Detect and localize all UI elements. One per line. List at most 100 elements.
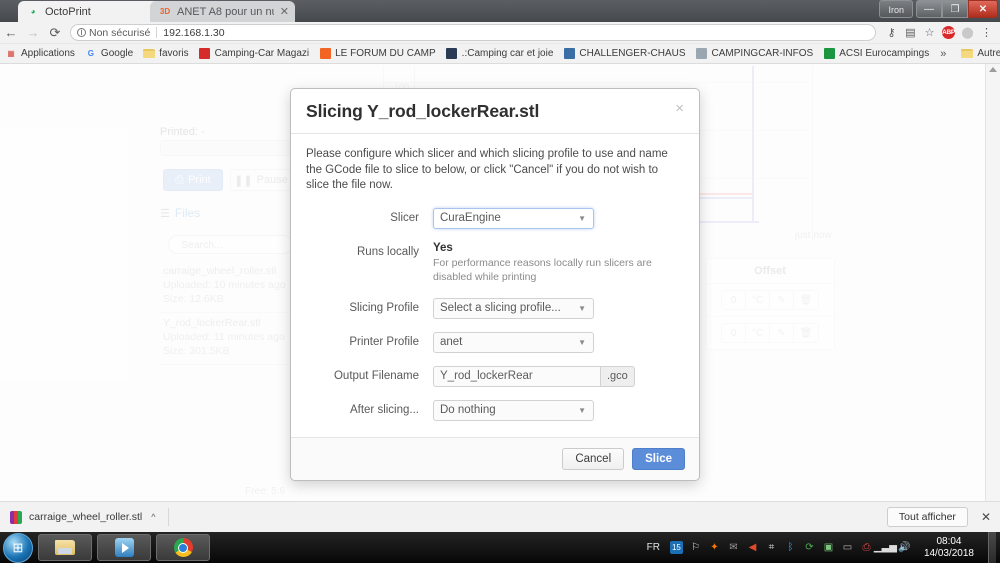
- download-item[interactable]: carraige_wheel_roller.stl ^: [0, 510, 155, 524]
- three-dots-menu-icon[interactable]: ⋮: [977, 23, 996, 42]
- field-label: Printer Profile: [349, 335, 419, 348]
- bookmark-acsi-eurocampings[interactable]: ACSI Eurocampings: [818, 45, 934, 63]
- bookmark-camping-car-et-joie[interactable]: .:Camping car et joie: [441, 45, 559, 63]
- close-icon[interactable]: ✕: [981, 510, 991, 524]
- sync-icon[interactable]: ⟳: [803, 541, 816, 554]
- field-printer-profile: Printer Profile anet ▼: [306, 331, 684, 353]
- cancel-button[interactable]: Cancel: [562, 447, 625, 470]
- flag-icon[interactable]: ⚐: [689, 541, 702, 554]
- extension-icon[interactable]: ▤: [901, 23, 920, 42]
- field-label: Runs locally: [357, 245, 419, 258]
- windows-taskbar: ⊞ FR 15 ⚐ ✦ ✉ ◀ ⌗ ᛒ ⟳ ▣ ▭ ⎙ ▁▃▅ 🔊 08:04: [0, 532, 1000, 563]
- bookmark-campingcar-infos[interactable]: CAMPINGCAR-INFOS: [691, 45, 819, 63]
- bookmark-label: CHALLENGER-CHAUS: [579, 48, 686, 59]
- slicer-select[interactable]: CuraEngine ▼: [433, 207, 594, 229]
- address-bar[interactable]: i Non sécurisé 192.168.1.30: [70, 24, 876, 41]
- bluetooth-icon[interactable]: ᛒ: [784, 541, 797, 554]
- star-icon[interactable]: ☆: [920, 23, 939, 42]
- key-icon[interactable]: ⚷: [882, 23, 901, 42]
- tab-strip: ◕ OctoPrint ✕ 3D ANET A8 pour un nul (m …: [0, 0, 1000, 22]
- field-slicer: Slicer CuraEngine ▼: [306, 207, 684, 229]
- clock-time: 08:04: [936, 535, 962, 547]
- bookmark-camping-car-magazine[interactable]: Camping-Car Magazi: [194, 45, 314, 63]
- bookmark-other-favorites[interactable]: Autres favoris: [956, 45, 1000, 63]
- tab-label: OctoPrint: [45, 5, 91, 18]
- url-text: 192.168.1.30: [163, 26, 225, 39]
- taskbar-file-explorer[interactable]: [38, 534, 92, 561]
- forward-icon[interactable]: →: [22, 23, 44, 43]
- chevron-down-icon: ▼: [578, 303, 586, 313]
- show-desktop-button[interactable]: [988, 532, 996, 563]
- field-label: After slicing...: [349, 403, 419, 416]
- volume-icon[interactable]: 🔊: [898, 541, 911, 554]
- camera-icon[interactable]: ⌗: [765, 541, 778, 554]
- maximize-button[interactable]: ❐: [942, 0, 968, 18]
- close-icon[interactable]: ✕: [280, 5, 289, 18]
- bookmark-forum-du-camping[interactable]: LE FORUM DU CAMP: [314, 45, 441, 63]
- printer-profile-select[interactable]: anet ▼: [433, 331, 594, 353]
- info-circle-icon: i: [77, 28, 86, 37]
- tab-label: ANET A8 pour un nul (m: [177, 5, 274, 18]
- mail-icon[interactable]: ✉: [727, 541, 740, 554]
- printer-profile-value: anet: [440, 336, 463, 348]
- chevron-down-icon: ▼: [578, 337, 586, 347]
- dialog-description: Please configure which slicer and which …: [306, 148, 668, 191]
- after-slicing-value: Do nothing: [440, 404, 496, 416]
- bookmark-applications[interactable]: ▦ Applications: [0, 45, 80, 63]
- shield-icon[interactable]: ⬤: [958, 23, 977, 42]
- after-slicing-select[interactable]: Do nothing ▼: [433, 399, 594, 421]
- bookmark-label: ACSI Eurocampings: [839, 48, 930, 59]
- bookmark-label: .:Camping car et joie: [461, 48, 554, 59]
- windows-start-icon[interactable]: ⊞: [3, 532, 33, 563]
- printer-error-icon[interactable]: ⎙: [860, 541, 873, 554]
- taskbar-chrome[interactable]: [156, 534, 210, 561]
- system-tray: FR 15 ⚐ ✦ ✉ ◀ ⌗ ᛒ ⟳ ▣ ▭ ⎙ ▁▃▅ 🔊 08:04 14…: [647, 532, 1000, 563]
- network-ok-icon[interactable]: ▣: [822, 541, 835, 554]
- chevron-down-icon: ▼: [578, 405, 586, 415]
- tab-anet-a8[interactable]: 3D ANET A8 pour un nul (m ✕: [150, 1, 295, 22]
- output-filename-input[interactable]: [433, 365, 600, 387]
- slicing-profile-value: Select a slicing profile...: [440, 302, 561, 314]
- window-controls: Iron — ❐ ✕: [879, 0, 998, 18]
- reload-icon[interactable]: ⟳: [44, 23, 66, 43]
- bookmark-favoris[interactable]: favoris: [138, 45, 193, 63]
- bookmark-label: favoris: [159, 48, 189, 59]
- site-icon: [696, 48, 708, 60]
- field-label: Slicer: [390, 211, 419, 224]
- back-icon[interactable]: ←: [0, 23, 22, 43]
- slicing-profile-select[interactable]: Select a slicing profile... ▼: [433, 297, 594, 319]
- bookmark-google[interactable]: G Google: [80, 45, 138, 63]
- octoprint-icon: ◕: [30, 7, 36, 16]
- volume-mute-icon[interactable]: ◀: [746, 541, 759, 554]
- output-filename-group: .gco: [433, 365, 635, 387]
- adblock-icon[interactable]: ABP: [939, 23, 958, 42]
- bookmark-label: Applications: [21, 48, 75, 59]
- shelf-actions: Tout afficher ✕: [886, 507, 1000, 527]
- security-indicator[interactable]: i Non sécurisé: [77, 27, 150, 39]
- apps-grid-icon: ▦: [7, 49, 15, 58]
- monitor-icon[interactable]: ▭: [841, 541, 854, 554]
- avast-icon[interactable]: ✦: [708, 541, 721, 554]
- minimize-button[interactable]: —: [916, 0, 942, 18]
- taskbar-clock[interactable]: 08:04 14/03/2018: [924, 536, 974, 560]
- show-all-downloads-button[interactable]: Tout afficher: [886, 507, 968, 527]
- security-label: Non sécurisé: [89, 26, 151, 39]
- close-button[interactable]: ✕: [968, 0, 998, 18]
- page-scrollbar[interactable]: [985, 64, 1000, 501]
- taskbar-media-player[interactable]: [97, 534, 151, 561]
- close-icon[interactable]: ×: [675, 101, 684, 116]
- site-icon: [446, 48, 458, 60]
- bookmarks-overflow-button[interactable]: »: [934, 48, 952, 60]
- scroll-up-arrow-icon[interactable]: [989, 67, 997, 72]
- google-icon: G: [87, 49, 95, 58]
- chevron-up-icon[interactable]: ^: [151, 512, 155, 522]
- omnibox-actions: ⚷ ▤ ☆ ABP ⬤ ⋮: [882, 23, 1000, 42]
- signal-icon[interactable]: ▁▃▅: [874, 541, 897, 554]
- tray-language[interactable]: FR: [647, 542, 660, 553]
- bookmark-challenger-chaus[interactable]: CHALLENGER-CHAUS: [558, 45, 690, 63]
- slice-button[interactable]: Slice: [632, 447, 685, 470]
- calendar-icon[interactable]: 15: [669, 541, 683, 554]
- field-runs-locally: Runs locally Yes For performance reasons…: [306, 242, 684, 285]
- omnibox-divider: [156, 27, 158, 38]
- bookmark-label: LE FORUM DU CAMP: [335, 48, 436, 59]
